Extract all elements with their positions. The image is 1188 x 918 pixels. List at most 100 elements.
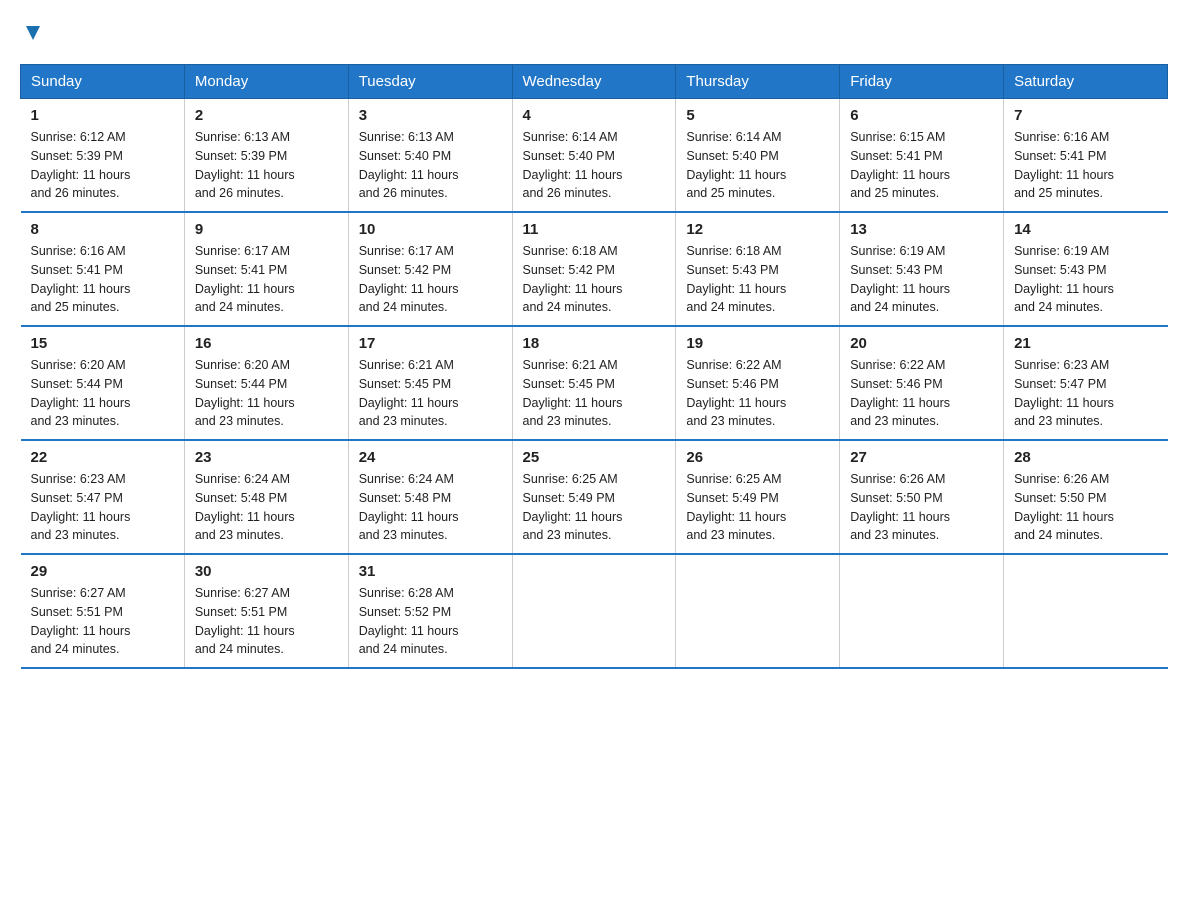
day-number: 26: [686, 449, 829, 466]
day-number: 17: [359, 335, 502, 352]
weekday-header-thursday: Thursday: [676, 65, 840, 99]
day-info: Sunrise: 6:15 AM Sunset: 5:41 PM Dayligh…: [850, 128, 993, 203]
day-info: Sunrise: 6:26 AM Sunset: 5:50 PM Dayligh…: [850, 470, 993, 545]
day-info: Sunrise: 6:17 AM Sunset: 5:42 PM Dayligh…: [359, 242, 502, 317]
calendar-cell: [676, 554, 840, 668]
day-number: 10: [359, 221, 502, 238]
calendar-cell: 15 Sunrise: 6:20 AM Sunset: 5:44 PM Dayl…: [21, 326, 185, 440]
calendar-cell: 14 Sunrise: 6:19 AM Sunset: 5:43 PM Dayl…: [1004, 212, 1168, 326]
calendar-cell: 2 Sunrise: 6:13 AM Sunset: 5:39 PM Dayli…: [184, 99, 348, 213]
logo-triangle-icon: [22, 22, 44, 44]
day-number: 7: [1014, 107, 1157, 124]
week-row-1: 1 Sunrise: 6:12 AM Sunset: 5:39 PM Dayli…: [21, 99, 1168, 213]
day-number: 29: [31, 563, 174, 580]
weekday-header-tuesday: Tuesday: [348, 65, 512, 99]
calendar-cell: 17 Sunrise: 6:21 AM Sunset: 5:45 PM Dayl…: [348, 326, 512, 440]
day-info: Sunrise: 6:23 AM Sunset: 5:47 PM Dayligh…: [1014, 356, 1157, 431]
day-number: 5: [686, 107, 829, 124]
calendar-cell: 13 Sunrise: 6:19 AM Sunset: 5:43 PM Dayl…: [840, 212, 1004, 326]
day-info: Sunrise: 6:16 AM Sunset: 5:41 PM Dayligh…: [31, 242, 174, 317]
calendar-cell: 6 Sunrise: 6:15 AM Sunset: 5:41 PM Dayli…: [840, 99, 1004, 213]
day-info: Sunrise: 6:27 AM Sunset: 5:51 PM Dayligh…: [31, 584, 174, 659]
calendar-cell: 5 Sunrise: 6:14 AM Sunset: 5:40 PM Dayli…: [676, 99, 840, 213]
calendar-cell: [512, 554, 676, 668]
calendar-cell: 27 Sunrise: 6:26 AM Sunset: 5:50 PM Dayl…: [840, 440, 1004, 554]
calendar-cell: 25 Sunrise: 6:25 AM Sunset: 5:49 PM Dayl…: [512, 440, 676, 554]
day-info: Sunrise: 6:17 AM Sunset: 5:41 PM Dayligh…: [195, 242, 338, 317]
day-info: Sunrise: 6:20 AM Sunset: 5:44 PM Dayligh…: [31, 356, 174, 431]
day-number: 31: [359, 563, 502, 580]
weekday-header-monday: Monday: [184, 65, 348, 99]
logo: [20, 20, 44, 44]
calendar-cell: 16 Sunrise: 6:20 AM Sunset: 5:44 PM Dayl…: [184, 326, 348, 440]
day-number: 13: [850, 221, 993, 238]
weekday-header-wednesday: Wednesday: [512, 65, 676, 99]
calendar-cell: 31 Sunrise: 6:28 AM Sunset: 5:52 PM Dayl…: [348, 554, 512, 668]
page-header: [20, 20, 1168, 44]
calendar-cell: 8 Sunrise: 6:16 AM Sunset: 5:41 PM Dayli…: [21, 212, 185, 326]
day-number: 9: [195, 221, 338, 238]
day-number: 30: [195, 563, 338, 580]
calendar-cell: 1 Sunrise: 6:12 AM Sunset: 5:39 PM Dayli…: [21, 99, 185, 213]
day-number: 3: [359, 107, 502, 124]
day-number: 21: [1014, 335, 1157, 352]
day-info: Sunrise: 6:19 AM Sunset: 5:43 PM Dayligh…: [850, 242, 993, 317]
calendar-cell: 7 Sunrise: 6:16 AM Sunset: 5:41 PM Dayli…: [1004, 99, 1168, 213]
day-info: Sunrise: 6:25 AM Sunset: 5:49 PM Dayligh…: [686, 470, 829, 545]
calendar-cell: 21 Sunrise: 6:23 AM Sunset: 5:47 PM Dayl…: [1004, 326, 1168, 440]
calendar-cell: 9 Sunrise: 6:17 AM Sunset: 5:41 PM Dayli…: [184, 212, 348, 326]
day-info: Sunrise: 6:14 AM Sunset: 5:40 PM Dayligh…: [523, 128, 666, 203]
calendar-cell: 23 Sunrise: 6:24 AM Sunset: 5:48 PM Dayl…: [184, 440, 348, 554]
calendar-cell: 3 Sunrise: 6:13 AM Sunset: 5:40 PM Dayli…: [348, 99, 512, 213]
day-number: 24: [359, 449, 502, 466]
calendar-cell: 4 Sunrise: 6:14 AM Sunset: 5:40 PM Dayli…: [512, 99, 676, 213]
day-number: 16: [195, 335, 338, 352]
day-info: Sunrise: 6:22 AM Sunset: 5:46 PM Dayligh…: [686, 356, 829, 431]
week-row-3: 15 Sunrise: 6:20 AM Sunset: 5:44 PM Dayl…: [21, 326, 1168, 440]
day-info: Sunrise: 6:24 AM Sunset: 5:48 PM Dayligh…: [195, 470, 338, 545]
calendar-cell: 19 Sunrise: 6:22 AM Sunset: 5:46 PM Dayl…: [676, 326, 840, 440]
day-number: 8: [31, 221, 174, 238]
day-info: Sunrise: 6:21 AM Sunset: 5:45 PM Dayligh…: [523, 356, 666, 431]
day-info: Sunrise: 6:16 AM Sunset: 5:41 PM Dayligh…: [1014, 128, 1157, 203]
day-number: 1: [31, 107, 174, 124]
day-number: 2: [195, 107, 338, 124]
day-info: Sunrise: 6:13 AM Sunset: 5:39 PM Dayligh…: [195, 128, 338, 203]
weekday-header-friday: Friday: [840, 65, 1004, 99]
calendar-cell: [840, 554, 1004, 668]
calendar-cell: 26 Sunrise: 6:25 AM Sunset: 5:49 PM Dayl…: [676, 440, 840, 554]
day-number: 22: [31, 449, 174, 466]
day-info: Sunrise: 6:14 AM Sunset: 5:40 PM Dayligh…: [686, 128, 829, 203]
calendar-cell: 12 Sunrise: 6:18 AM Sunset: 5:43 PM Dayl…: [676, 212, 840, 326]
day-info: Sunrise: 6:21 AM Sunset: 5:45 PM Dayligh…: [359, 356, 502, 431]
calendar-cell: 28 Sunrise: 6:26 AM Sunset: 5:50 PM Dayl…: [1004, 440, 1168, 554]
day-number: 6: [850, 107, 993, 124]
day-info: Sunrise: 6:26 AM Sunset: 5:50 PM Dayligh…: [1014, 470, 1157, 545]
weekday-header-row: SundayMondayTuesdayWednesdayThursdayFrid…: [21, 65, 1168, 99]
day-info: Sunrise: 6:18 AM Sunset: 5:42 PM Dayligh…: [523, 242, 666, 317]
day-number: 12: [686, 221, 829, 238]
calendar-cell: 20 Sunrise: 6:22 AM Sunset: 5:46 PM Dayl…: [840, 326, 1004, 440]
calendar-cell: 22 Sunrise: 6:23 AM Sunset: 5:47 PM Dayl…: [21, 440, 185, 554]
day-number: 14: [1014, 221, 1157, 238]
calendar-cell: [1004, 554, 1168, 668]
day-info: Sunrise: 6:19 AM Sunset: 5:43 PM Dayligh…: [1014, 242, 1157, 317]
day-number: 11: [523, 221, 666, 238]
day-info: Sunrise: 6:23 AM Sunset: 5:47 PM Dayligh…: [31, 470, 174, 545]
week-row-4: 22 Sunrise: 6:23 AM Sunset: 5:47 PM Dayl…: [21, 440, 1168, 554]
calendar-cell: 18 Sunrise: 6:21 AM Sunset: 5:45 PM Dayl…: [512, 326, 676, 440]
day-number: 25: [523, 449, 666, 466]
calendar-cell: 29 Sunrise: 6:27 AM Sunset: 5:51 PM Dayl…: [21, 554, 185, 668]
calendar-table: SundayMondayTuesdayWednesdayThursdayFrid…: [20, 64, 1168, 669]
calendar-cell: 24 Sunrise: 6:24 AM Sunset: 5:48 PM Dayl…: [348, 440, 512, 554]
day-info: Sunrise: 6:18 AM Sunset: 5:43 PM Dayligh…: [686, 242, 829, 317]
day-number: 15: [31, 335, 174, 352]
day-number: 19: [686, 335, 829, 352]
day-info: Sunrise: 6:12 AM Sunset: 5:39 PM Dayligh…: [31, 128, 174, 203]
day-info: Sunrise: 6:20 AM Sunset: 5:44 PM Dayligh…: [195, 356, 338, 431]
calendar-cell: 10 Sunrise: 6:17 AM Sunset: 5:42 PM Dayl…: [348, 212, 512, 326]
weekday-header-saturday: Saturday: [1004, 65, 1168, 99]
week-row-2: 8 Sunrise: 6:16 AM Sunset: 5:41 PM Dayli…: [21, 212, 1168, 326]
calendar-header: SundayMondayTuesdayWednesdayThursdayFrid…: [21, 65, 1168, 99]
day-info: Sunrise: 6:24 AM Sunset: 5:48 PM Dayligh…: [359, 470, 502, 545]
